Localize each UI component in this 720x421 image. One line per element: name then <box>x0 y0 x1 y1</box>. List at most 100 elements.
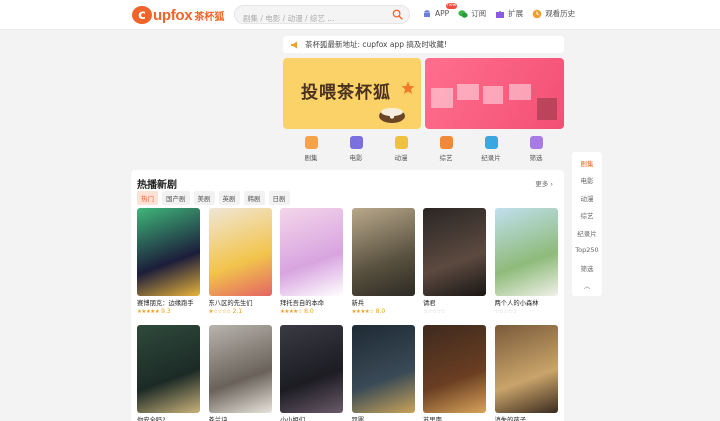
tab-us[interactable]: 美剧 <box>193 191 215 205</box>
banner-promo[interactable] <box>425 58 564 129</box>
category-label: 筛选 <box>529 154 543 162</box>
series-card[interactable]: 新兵 ★★★★☆ 8.0 <box>351 208 415 316</box>
tab-hot[interactable]: 热门 <box>137 191 158 205</box>
nav-history[interactable]: 观看历史 <box>532 8 575 19</box>
series-title[interactable]: 请君 <box>423 298 486 307</box>
side-item-anime[interactable]: 动漫 <box>572 189 602 207</box>
series-card[interactable]: 两个人的小森林 ☆☆☆☆☆ <box>494 208 558 316</box>
side-item-filter[interactable]: 筛选 <box>572 259 602 277</box>
series-card[interactable]: 小小姐们 <box>280 325 343 421</box>
series-title[interactable]: 赛博朋克：边缘跑手 <box>137 298 200 307</box>
rating-score: 8.0 <box>375 308 386 315</box>
side-item-movie[interactable]: 电影 <box>572 172 602 190</box>
puzzle-icon <box>496 10 505 18</box>
series-card[interactable]: 罚罪 <box>351 325 415 421</box>
series-title[interactable]: 两个人的小森林 <box>495 298 558 307</box>
series-title[interactable]: 苍兰诀 <box>209 415 272 421</box>
logo-mark: c <box>132 6 152 24</box>
search-icon[interactable] <box>392 9 403 20</box>
rating-score: 9.3 <box>161 308 171 315</box>
tab-domestic[interactable]: 国产剧 <box>162 191 190 205</box>
series-card[interactable]: 赛博朋克：边缘跑手 ★★★★★ 9.3 <box>137 208 200 316</box>
back-to-top-button[interactable]: ︿ <box>572 277 602 295</box>
category-series[interactable]: 剧集 <box>295 136 327 166</box>
filter-tabs: 热门 国产剧 美剧 英剧 韩剧 日剧 <box>137 191 290 205</box>
series-title[interactable]: 你安全吗? <box>137 415 200 421</box>
logo-text: upfox <box>153 6 193 24</box>
poster-image[interactable] <box>280 208 343 296</box>
series-card[interactable]: 你安全吗? <box>137 325 200 421</box>
series-title[interactable]: 新兵 <box>352 298 415 307</box>
side-item-documentary[interactable]: 纪录片 <box>572 224 602 242</box>
tab-japanese[interactable]: 日剧 <box>268 191 290 205</box>
category-label: 电影 <box>349 154 363 162</box>
poster-image[interactable] <box>208 208 272 296</box>
category-variety[interactable]: 综艺 <box>430 136 462 166</box>
microphone-icon <box>439 136 453 149</box>
series-card[interactable]: 苏里南 <box>423 325 486 421</box>
tv-series-icon <box>304 136 318 149</box>
category-documentary[interactable]: 纪录片 <box>475 136 507 166</box>
poster-image[interactable] <box>423 208 486 296</box>
rating-score: 8.0 <box>304 308 314 315</box>
clock-icon <box>532 9 542 18</box>
banner-feed-cupfox[interactable]: 投喂茶杯狐 <box>283 58 421 129</box>
side-item-variety[interactable]: 综艺 <box>572 207 602 225</box>
series-card[interactable]: 拜托吾自的本命 ★★★★☆ 8.0 <box>280 208 343 316</box>
poster-image[interactable] <box>351 208 415 296</box>
documentary-icon <box>484 136 498 149</box>
poster-image[interactable] <box>208 325 272 413</box>
poster-image[interactable] <box>423 325 486 413</box>
series-title[interactable]: 小小姐们 <box>280 415 343 421</box>
series-card[interactable]: 消失的孩子 <box>494 325 558 421</box>
poster-image[interactable] <box>280 325 343 413</box>
series-title[interactable]: 东八区的先生们 <box>209 298 272 307</box>
category-movie[interactable]: 电影 <box>340 136 372 166</box>
logo-cn: 茶杯狐 <box>194 11 225 23</box>
series-title[interactable]: 消失的孩子 <box>495 415 558 421</box>
rating: ★★★★★ 9.3 <box>137 307 200 316</box>
category-label: 综艺 <box>439 154 453 162</box>
series-card[interactable]: 请君 ☆☆☆☆☆ <box>423 208 486 316</box>
category-row: 剧集 电影 动漫 综艺 纪录片 筛选 <box>283 136 564 166</box>
filter-icon <box>529 136 543 149</box>
category-label: 动漫 <box>394 154 408 162</box>
series-title[interactable]: 罚罪 <box>352 415 415 421</box>
film-icon <box>349 136 363 149</box>
wechat-icon <box>458 9 468 18</box>
food-bowl-icon <box>379 108 405 123</box>
cupfox-logo[interactable]: c upfox 茶杯狐 <box>132 5 224 25</box>
rating-stars: ★☆☆☆☆ <box>208 308 232 315</box>
rating: ★★★★☆ 8.0 <box>352 307 415 316</box>
series-title[interactable]: 苏里南 <box>423 415 486 421</box>
poster-image[interactable] <box>137 208 200 296</box>
category-filter[interactable]: 筛选 <box>520 136 552 166</box>
search-box <box>234 5 410 27</box>
poster-image[interactable] <box>137 325 200 413</box>
nav-extension[interactable]: 扩展 <box>495 8 523 19</box>
rating: ★★★★☆ 8.0 <box>280 307 343 316</box>
poster-image[interactable] <box>351 325 415 413</box>
series-grid: 赛博朋克：边缘跑手 ★★★★★ 9.3 东八区的先生们 ★☆☆☆☆ 2.1 拜托吾自的本命 ★… <box>137 208 558 421</box>
search-input[interactable] <box>235 10 385 27</box>
series-card[interactable]: 东八区的先生们 ★☆☆☆☆ 2.1 <box>208 208 272 316</box>
side-item-series[interactable]: 剧集 <box>572 154 602 172</box>
tab-korean[interactable]: 韩剧 <box>243 191 265 205</box>
poster-image[interactable] <box>494 208 558 296</box>
tab-uk[interactable]: 英剧 <box>218 191 240 205</box>
category-anime[interactable]: 动漫 <box>385 136 417 166</box>
top-header: c upfox 茶杯狐 APP new 订阅 扩展 <box>0 0 720 30</box>
series-card[interactable]: 苍兰诀 <box>208 325 272 421</box>
nav-subscribe[interactable]: 订阅 <box>458 8 486 19</box>
series-title[interactable]: 拜托吾自的本命 <box>280 298 343 307</box>
side-item-top250[interactable]: Top250 <box>572 242 602 260</box>
category-label: 剧集 <box>304 154 318 162</box>
blurred-block <box>509 84 531 100</box>
blurred-block <box>431 88 453 108</box>
android-icon <box>424 9 430 17</box>
rating-stars: ☆☆☆☆☆ <box>494 308 518 315</box>
more-link[interactable]: 更多 › <box>535 178 553 188</box>
notice-text: 茶杯狐最新地址: cupfox app 搞及时收藏! <box>305 40 447 49</box>
nav-app[interactable]: APP new <box>422 3 458 19</box>
poster-image[interactable] <box>494 325 558 413</box>
